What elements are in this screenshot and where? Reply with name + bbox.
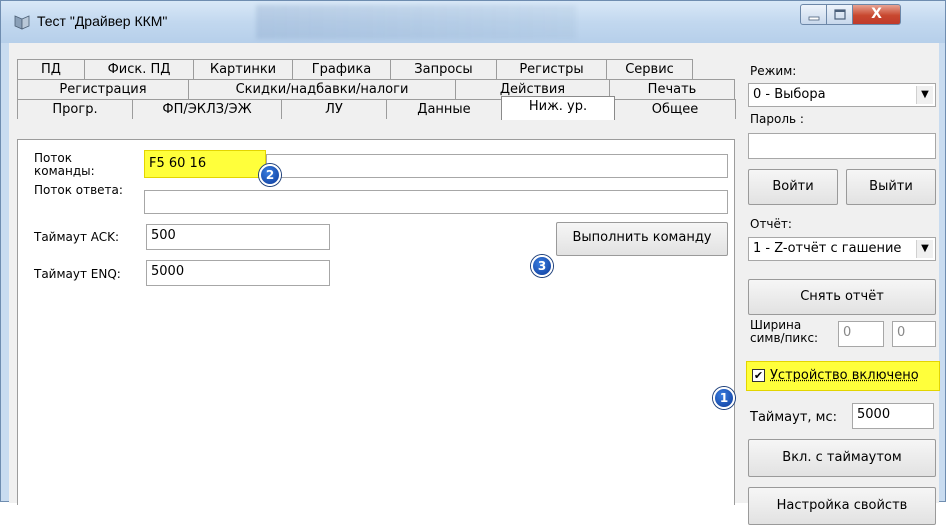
take-report-button[interactable]: Снять отчёт <box>748 279 936 315</box>
properties-button[interactable]: Настройка свойств <box>748 487 936 525</box>
step-badge-1: 1 <box>713 387 735 409</box>
client-area: ПД Фиск. ПД Картинки Графика Запросы Рег… <box>9 43 940 525</box>
tab-fp-eklz[interactable]: ФП/ЭКЛЗ/ЭЖ <box>132 99 282 119</box>
execute-command-button[interactable]: Выполнить команду <box>556 222 728 256</box>
tab-graphics[interactable]: Графика <box>292 59 391 79</box>
tab-discounts[interactable]: Скидки/надбавки/налоги <box>188 79 456 99</box>
minimize-button[interactable] <box>800 4 827 25</box>
chevron-down-icon[interactable]: ▼ <box>916 86 933 104</box>
tab-programming[interactable]: Прогр. <box>17 99 133 119</box>
command-stream-input-highlight[interactable]: F5 60 16 <box>144 150 266 178</box>
tab-row-1: ПД Фиск. ПД Картинки Графика Запросы Рег… <box>17 59 693 79</box>
enq-timeout-label: Таймаут ENQ: <box>34 267 121 281</box>
report-select[interactable]: 1 - Z-отчёт с гашение ▼ <box>748 237 936 261</box>
app-icon <box>14 15 30 30</box>
tab-row-2: Регистрация Скидки/надбавки/налоги Дейст… <box>17 79 735 99</box>
command-stream-input[interactable] <box>266 154 728 178</box>
step-badge-2: 2 <box>259 164 281 186</box>
tab-pd[interactable]: ПД <box>17 59 85 79</box>
password-input[interactable] <box>748 133 936 159</box>
device-enabled-label[interactable]: Устройство включено <box>770 369 919 382</box>
command-stream-label: Поток команды: <box>34 151 95 178</box>
command-stream-value: F5 60 16 <box>149 156 207 171</box>
ack-timeout-label: Таймаут ACK: <box>34 230 120 244</box>
window-title: Тест "Драйвер ККМ" <box>37 13 168 29</box>
device-enabled-checkbox[interactable]: ✔ <box>752 369 765 382</box>
response-stream-label: Поток ответа: <box>34 183 123 197</box>
response-stream-input[interactable] <box>144 190 728 214</box>
step-badge-3: 3 <box>531 255 553 277</box>
timeout-input[interactable]: 5000 <box>852 403 934 429</box>
tab-print[interactable]: Печать <box>609 79 735 99</box>
tab-strip: ПД Фиск. ПД Картинки Графика Запросы Рег… <box>17 59 736 143</box>
minimize-icon <box>808 16 820 21</box>
tab-requests[interactable]: Запросы <box>390 59 497 79</box>
tab-general[interactable]: Общее <box>614 99 736 119</box>
maximize-button[interactable] <box>827 4 853 25</box>
tab-registers[interactable]: Регистры <box>496 59 607 79</box>
app-window: Тест "Драйвер ККМ" X ПД Фиск. ПД Картинк… <box>0 0 946 525</box>
enq-timeout-input[interactable]: 5000 <box>146 260 330 286</box>
width-pixels-input[interactable]: 0 <box>892 321 936 347</box>
tab-row-3: Прогр. ФП/ЭКЛЗ/ЭЖ ЛУ Данные Ниж. ур. Общ… <box>17 96 736 120</box>
tab-data[interactable]: Данные <box>386 99 502 119</box>
mode-label: Режим: <box>750 64 797 78</box>
mode-value: 0 - Выбора <box>753 87 826 102</box>
title-bar[interactable]: Тест "Драйвер ККМ" X <box>1 1 945 43</box>
width-chars-input[interactable]: 0 <box>838 321 884 347</box>
enable-with-timeout-button[interactable]: Вкл. с таймаутом <box>748 439 936 477</box>
chevron-down-icon[interactable]: ▼ <box>916 240 933 258</box>
report-value: 1 - Z-отчёт с гашение <box>753 241 902 256</box>
login-button[interactable]: Войти <box>748 169 838 205</box>
timeout-label: Таймаут, мс: <box>750 410 837 425</box>
tab-lu[interactable]: ЛУ <box>281 99 387 119</box>
ack-timeout-input[interactable]: 500 <box>146 224 330 250</box>
close-button[interactable]: X <box>853 4 901 25</box>
tab-page-low-level: Поток команды: F5 60 16 Поток ответа: Та… <box>17 139 735 505</box>
mode-select[interactable]: 0 - Выбора ▼ <box>748 83 936 107</box>
right-panel: Режим: 0 - Выбора ▼ Пароль : Войти Выйти… <box>742 43 940 525</box>
width-label: Ширина симв/пикс: <box>750 318 819 345</box>
password-label: Пароль : <box>750 112 804 126</box>
tab-registration[interactable]: Регистрация <box>17 79 189 99</box>
tab-service[interactable]: Сервис <box>606 59 693 79</box>
close-icon: X <box>871 6 882 22</box>
blurred-title-area <box>256 5 576 39</box>
report-label: Отчёт: <box>750 217 792 231</box>
tab-fisk-pd[interactable]: Фиск. ПД <box>84 59 194 79</box>
maximize-icon <box>834 9 846 20</box>
logout-button[interactable]: Выйти <box>846 169 936 205</box>
tab-pictures[interactable]: Картинки <box>193 59 293 79</box>
tab-low-level[interactable]: Ниж. ур. <box>501 96 615 120</box>
